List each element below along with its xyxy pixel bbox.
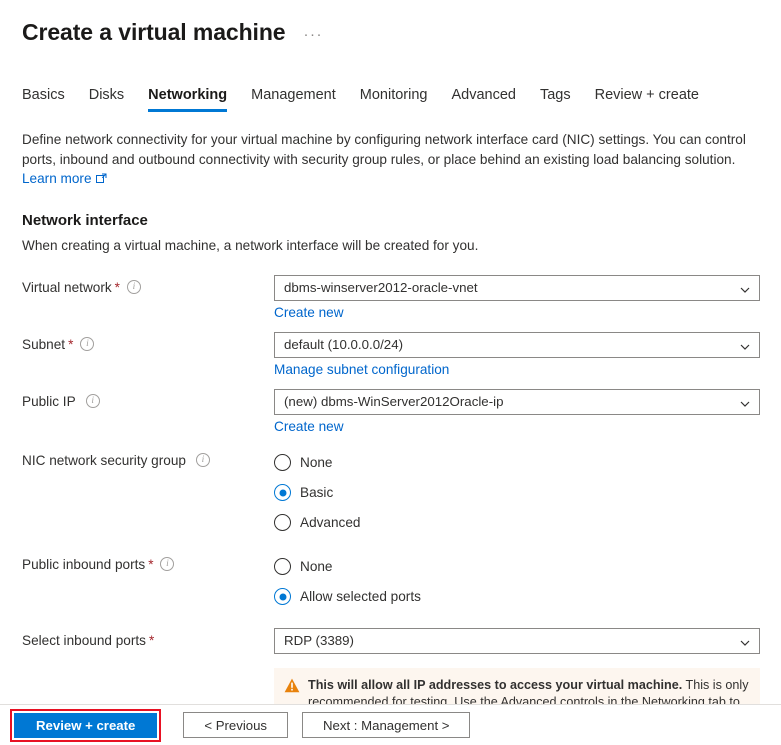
- chevron-down-icon: [740, 636, 750, 646]
- virtual-network-value: dbms-winserver2012-oracle-vnet: [284, 280, 478, 295]
- nic-nsg-option-none-label: None: [300, 455, 333, 470]
- public-inbound-ports-label-text: Public inbound ports: [22, 556, 146, 572]
- nic-nsg-option-basic-label: Basic: [300, 485, 334, 500]
- warning-triangle-icon: [284, 678, 300, 698]
- tab-review-create[interactable]: Review + create: [595, 87, 699, 112]
- radio-icon: [274, 558, 291, 575]
- more-options-icon[interactable]: ···: [304, 24, 324, 42]
- page-header: Create a virtual machine ···: [0, 0, 781, 54]
- warning-spacer: [22, 668, 274, 673]
- next-management-button[interactable]: Next : Management >: [302, 712, 471, 738]
- learn-more-link[interactable]: Learn more: [22, 171, 107, 186]
- subnet-control: default (10.0.0.0/24) Manage subnet conf…: [274, 331, 764, 377]
- virtual-network-control: dbms-winserver2012-oracle-vnet Create ne…: [274, 274, 764, 320]
- virtual-network-required-marker: *: [114, 279, 120, 295]
- nic-nsg-option-basic[interactable]: Basic: [274, 480, 764, 506]
- row-public-ip: Public IP i (new) dbms-WinServer2012Orac…: [22, 388, 781, 434]
- row-subnet: Subnet * i default (10.0.0.0/24) Manage …: [22, 331, 781, 377]
- intro-paragraph: Define network connectivity for your vir…: [22, 132, 746, 167]
- info-icon[interactable]: i: [85, 394, 100, 408]
- tab-advanced[interactable]: Advanced: [451, 87, 516, 112]
- info-icon[interactable]: i: [80, 337, 95, 351]
- nic-nsg-radio-group: None Basic Advanced: [274, 448, 764, 540]
- public-ip-control: (new) dbms-WinServer2012Oracle-ip Create…: [274, 388, 764, 434]
- select-inbound-ports-label: Select inbound ports *: [22, 628, 274, 648]
- public-inbound-ports-option-allow-selected[interactable]: Allow selected ports: [274, 584, 764, 610]
- subnet-value: default (10.0.0.0/24): [284, 337, 404, 352]
- subnet-label: Subnet * i: [22, 332, 274, 352]
- virtual-network-create-new-link[interactable]: Create new: [274, 305, 764, 320]
- footer-action-bar: Review + create < Previous Next : Manage…: [0, 704, 781, 745]
- nic-nsg-option-advanced-label: Advanced: [300, 515, 361, 530]
- row-virtual-network: Virtual network * i dbms-winserver2012-o…: [22, 274, 781, 320]
- public-inbound-ports-option-none-label: None: [300, 559, 333, 574]
- network-interface-subtitle: When creating a virtual machine, a netwo…: [22, 237, 479, 253]
- public-inbound-ports-option-none[interactable]: None: [274, 554, 764, 580]
- chevron-down-icon: [740, 283, 750, 293]
- select-inbound-ports-required-marker: *: [148, 632, 155, 648]
- nic-nsg-option-none[interactable]: None: [274, 450, 764, 476]
- public-ip-dropdown[interactable]: (new) dbms-WinServer2012Oracle-ip: [274, 388, 760, 415]
- radio-selected-icon: [274, 588, 291, 605]
- info-icon[interactable]: i: [126, 280, 141, 294]
- tab-management[interactable]: Management: [251, 87, 336, 112]
- virtual-network-label: Virtual network * i: [22, 275, 274, 295]
- tab-basics[interactable]: Basics: [22, 87, 65, 112]
- intro-section: Define network connectivity for your vir…: [0, 112, 781, 190]
- review-create-button[interactable]: Review + create: [14, 712, 158, 738]
- page-title: Create a virtual machine: [22, 18, 286, 45]
- public-ip-label: Public IP i: [22, 389, 274, 409]
- manage-subnet-configuration-link[interactable]: Manage subnet configuration: [274, 362, 764, 377]
- virtual-network-label-text: Virtual network: [22, 279, 112, 295]
- public-inbound-ports-label: Public inbound ports * i: [22, 552, 274, 572]
- info-icon[interactable]: i: [160, 557, 175, 571]
- virtual-network-dropdown[interactable]: dbms-winserver2012-oracle-vnet: [274, 274, 760, 301]
- previous-button[interactable]: < Previous: [183, 712, 289, 738]
- public-ip-create-new-link[interactable]: Create new: [274, 419, 764, 434]
- select-inbound-ports-dropdown[interactable]: RDP (3389): [274, 627, 760, 654]
- tab-tags[interactable]: Tags: [540, 87, 571, 112]
- public-ip-label-text: Public IP: [22, 393, 76, 409]
- network-interface-heading: Network interface: [22, 211, 148, 229]
- networking-form: Virtual network * i dbms-winserver2012-o…: [0, 274, 781, 738]
- public-inbound-ports-radio-group: None Allow selected ports: [274, 552, 764, 614]
- subnet-dropdown[interactable]: default (10.0.0.0/24): [274, 331, 760, 358]
- external-link-icon: [95, 170, 107, 190]
- select-inbound-ports-label-text: Select inbound ports: [22, 632, 146, 648]
- warning-message-bold: This will allow all IP addresses to acce…: [308, 677, 683, 692]
- public-inbound-ports-required-marker: *: [148, 556, 154, 572]
- select-inbound-ports-value: RDP (3389): [284, 633, 354, 648]
- chevron-down-icon: [740, 397, 750, 407]
- radio-icon: [274, 454, 291, 471]
- radio-selected-icon: [274, 484, 291, 501]
- tab-bar: Basics Disks Networking Management Monit…: [0, 86, 781, 112]
- row-select-inbound-ports: Select inbound ports * RDP (3389): [22, 627, 781, 654]
- info-icon[interactable]: i: [195, 453, 210, 467]
- radio-icon: [274, 514, 291, 531]
- subnet-required-marker: *: [68, 336, 74, 352]
- learn-more-label: Learn more: [22, 171, 92, 186]
- subnet-label-text: Subnet: [22, 336, 66, 352]
- public-inbound-ports-option-allow-selected-label: Allow selected ports: [300, 589, 421, 604]
- review-create-highlight: Review + create: [10, 708, 162, 742]
- tab-monitoring[interactable]: Monitoring: [360, 87, 428, 112]
- row-nic-network-security-group: NIC network security group i None Basic …: [22, 448, 781, 540]
- row-public-inbound-ports: Public inbound ports * i None Allow sele…: [22, 552, 781, 614]
- tab-networking[interactable]: Networking: [148, 87, 228, 112]
- nic-nsg-option-advanced[interactable]: Advanced: [274, 510, 764, 536]
- nic-nsg-label-text: NIC network security group: [22, 452, 186, 468]
- tab-disks[interactable]: Disks: [89, 87, 124, 112]
- nic-nsg-label: NIC network security group i: [22, 448, 274, 468]
- public-ip-value: (new) dbms-WinServer2012Oracle-ip: [284, 394, 504, 409]
- select-inbound-ports-control: RDP (3389): [274, 627, 764, 654]
- chevron-down-icon: [740, 340, 750, 350]
